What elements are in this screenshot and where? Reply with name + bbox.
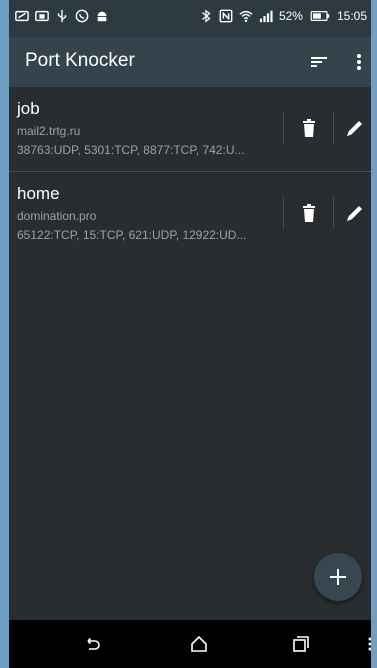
back-button[interactable] bbox=[80, 632, 104, 656]
wifi-icon bbox=[239, 10, 253, 23]
battery-icon bbox=[310, 11, 330, 21]
android-icon bbox=[97, 11, 107, 22]
trash-icon bbox=[303, 204, 315, 222]
screenshot-icon bbox=[35, 10, 49, 22]
battery-percent: 52% bbox=[278, 9, 303, 23]
edit-button[interactable] bbox=[339, 112, 371, 144]
home-button[interactable] bbox=[187, 632, 211, 656]
item-host: domination.pro bbox=[17, 209, 97, 223]
pencil-icon bbox=[347, 121, 362, 136]
trash-icon bbox=[303, 119, 315, 137]
message-icon bbox=[15, 10, 29, 22]
list-item[interactable]: job mail2.trtg.ru 38763:UDP, 5301:TCP, 8… bbox=[9, 87, 371, 172]
list-item[interactable]: home domination.pro 65122:TCP, 15:TCP, 6… bbox=[9, 172, 371, 257]
sort-button[interactable] bbox=[307, 50, 331, 74]
status-right-icons: 52% 15:05 bbox=[199, 9, 367, 23]
edit-button[interactable] bbox=[339, 197, 371, 229]
signal-icon bbox=[259, 10, 273, 23]
status-time: 15:05 bbox=[336, 9, 367, 23]
item-host: mail2.trtg.ru bbox=[17, 124, 81, 138]
menu-button[interactable] bbox=[363, 632, 371, 656]
overflow-menu-button[interactable] bbox=[347, 50, 371, 74]
recents-icon bbox=[293, 636, 309, 652]
item-title: job bbox=[17, 99, 40, 118]
phone-screen: 52% 15:05 Port Knocker job mail2.trtg.ru… bbox=[9, 0, 371, 668]
recents-button[interactable] bbox=[289, 632, 313, 656]
more-vert-icon bbox=[357, 54, 361, 70]
app-bar: Port Knocker bbox=[9, 37, 371, 87]
divider bbox=[333, 112, 334, 144]
whatsapp-icon bbox=[75, 9, 89, 23]
delete-button[interactable] bbox=[293, 112, 325, 144]
pencil-icon bbox=[347, 206, 362, 221]
divider bbox=[283, 112, 284, 144]
divider bbox=[333, 197, 334, 229]
usb-icon bbox=[57, 9, 67, 23]
navigation-bar bbox=[9, 620, 371, 668]
add-icon bbox=[330, 569, 346, 585]
delete-button[interactable] bbox=[293, 197, 325, 229]
status-bar: 52% 15:05 bbox=[9, 0, 371, 37]
divider bbox=[283, 197, 284, 229]
menu-icon bbox=[368, 637, 371, 651]
home-icon bbox=[191, 635, 207, 652]
app-title: Port Knocker bbox=[25, 50, 135, 71]
add-button[interactable] bbox=[314, 553, 362, 601]
knock-list: job mail2.trtg.ru 38763:UDP, 5301:TCP, 8… bbox=[9, 87, 371, 620]
item-ports: 38763:UDP, 5301:TCP, 8877:TCP, 742:U... bbox=[17, 143, 245, 157]
back-icon bbox=[87, 637, 100, 650]
status-left-icons bbox=[15, 9, 109, 23]
nfc-icon bbox=[219, 9, 233, 23]
item-ports: 65122:TCP, 15:TCP, 621:UDP, 12922:UD... bbox=[17, 228, 247, 242]
bluetooth-icon bbox=[202, 9, 211, 23]
item-title: home bbox=[17, 184, 60, 203]
sort-icon bbox=[311, 57, 327, 67]
